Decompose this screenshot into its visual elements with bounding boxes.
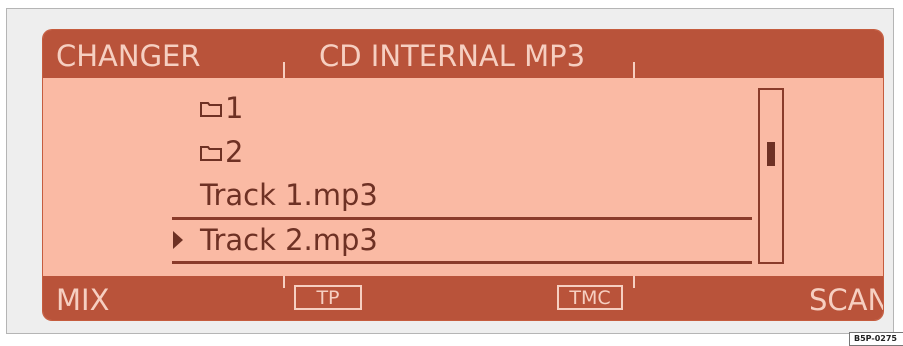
scrollbar[interactable]	[758, 88, 784, 264]
top-tick-left	[283, 62, 285, 78]
tp-button[interactable]: TP	[294, 285, 362, 310]
tp-label: TP	[316, 286, 340, 309]
tmc-label: TMC	[569, 286, 611, 309]
bottom-tick-right	[633, 276, 635, 288]
folder-icon	[200, 145, 222, 161]
play-arrow-icon	[173, 231, 183, 249]
list-item-label: Track 1.mp3	[200, 178, 378, 212]
scan-button[interactable]: SCAN	[809, 286, 883, 315]
list-item-label: 1	[225, 91, 244, 125]
tmc-button[interactable]: TMC	[557, 285, 623, 310]
bottom-bar: MIX TP TMC SCAN	[43, 276, 883, 320]
source-title: CD INTERNAL MP3	[319, 39, 586, 73]
list-item-label: Track 2.mp3	[200, 223, 378, 257]
top-bar: CHANGER CD INTERNAL MP3	[43, 30, 883, 78]
radio-display: CHANGER CD INTERNAL MP3 1 2 Track 1.mp3 …	[43, 30, 883, 320]
bottom-tick-left	[283, 276, 285, 288]
mix-button[interactable]: MIX	[56, 286, 109, 315]
list-item-track-2-selected[interactable]: Track 2.mp3	[200, 226, 378, 255]
list-item-folder-1[interactable]: 1	[200, 94, 243, 123]
changer-button[interactable]: CHANGER	[56, 42, 201, 71]
list-item-folder-2[interactable]: 2	[200, 138, 243, 167]
list-item-track-1[interactable]: Track 1.mp3	[200, 181, 378, 210]
top-tick-right	[633, 62, 635, 78]
folder-icon	[200, 101, 222, 117]
selection-top-rule	[172, 217, 752, 220]
selection-bottom-rule	[172, 261, 752, 264]
list-item-label: 2	[225, 135, 244, 169]
scrollbar-thumb[interactable]	[767, 142, 775, 166]
